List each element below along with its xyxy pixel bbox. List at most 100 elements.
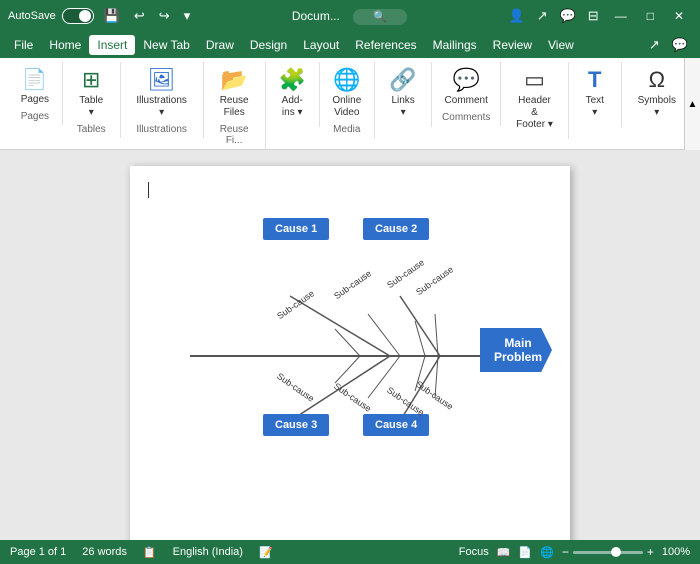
menu-insert[interactable]: Insert <box>89 35 135 55</box>
minimize-button[interactable]: — <box>607 7 635 25</box>
ribbon-group-comments: 💬 Comment Comments <box>432 62 501 126</box>
maximize-button[interactable]: □ <box>639 7 662 25</box>
profile-icon[interactable]: 👤 <box>505 6 529 26</box>
comment-button[interactable]: 💬 Comment <box>439 64 494 110</box>
table-label: Table ▾ <box>77 95 106 119</box>
pages-button[interactable]: 📄 Pages <box>15 64 55 109</box>
title-bar-left: AutoSave 💾 ↩ ↪ ▾ <box>8 6 194 26</box>
status-bar: Page 1 of 1 26 words 📋 English (India) 📝… <box>0 540 700 564</box>
zoom-out-icon[interactable]: − <box>562 545 569 559</box>
ribbon-comments-icon[interactable]: 💬 <box>666 35 694 55</box>
zoom-in-icon[interactable]: + <box>647 545 654 559</box>
links-label: Links ▾ <box>389 95 417 119</box>
autosave-label: AutoSave <box>8 10 56 22</box>
redo-icon[interactable]: ↪ <box>155 6 174 26</box>
links-button[interactable]: 🔗 Links ▾ <box>383 64 423 122</box>
menu-layout[interactable]: Layout <box>295 35 347 55</box>
menu-file[interactable]: File <box>6 35 41 55</box>
text-label: Text ▾ <box>583 95 607 119</box>
proofing-icon[interactable]: 📋 <box>143 546 157 559</box>
zoom-track <box>573 551 643 554</box>
ribbon-group-illustrations: 🖼 Illustrations ▾ Illustrations <box>121 62 204 138</box>
menu-design[interactable]: Design <box>242 35 295 55</box>
close-button[interactable]: ✕ <box>666 7 692 25</box>
view-web-icon[interactable]: 🌐 <box>540 546 554 559</box>
symbols-label: Symbols ▾ <box>636 95 678 119</box>
ribbon-group-illustrations-items: 🖼 Illustrations ▾ <box>129 64 195 122</box>
header-footer-icon: ▭ <box>524 67 545 93</box>
reusefiles-group-label: Reuse Fi... <box>212 124 257 149</box>
page-count[interactable]: Page 1 of 1 <box>10 546 66 558</box>
illustrations-group-label: Illustrations <box>136 124 187 138</box>
search-bar[interactable]: 🔍 <box>353 9 407 25</box>
table-button[interactable]: ⊞ Table ▾ <box>71 64 112 122</box>
illustrations-button[interactable]: 🖼 Illustrations ▾ <box>129 64 195 122</box>
focus-mode[interactable]: Focus <box>459 546 489 558</box>
view-read-icon[interactable]: 📖 <box>497 546 511 559</box>
addins-label: Add-ins ▾ <box>282 95 303 119</box>
menu-home[interactable]: Home <box>41 35 89 55</box>
symbols-button[interactable]: Ω Symbols ▾ <box>630 64 684 122</box>
pages-icon: 📄 <box>22 67 47 92</box>
document-title: Docum... 🔍 <box>194 9 504 23</box>
autosave-toggle[interactable] <box>62 8 94 24</box>
ribbon-group-addins-items: 🧩 Add-ins ▾ <box>273 64 312 122</box>
pages-group-label: Pages <box>21 111 49 125</box>
document-page: Cause 1 Cause 2 Cause 3 Cause 4 MainProb… <box>130 166 570 540</box>
cause2-box: Cause 2 <box>363 218 429 240</box>
save-icon[interactable]: 💾 <box>100 6 124 26</box>
addins-button[interactable]: 🧩 Add-ins ▾ <box>273 64 312 122</box>
undo-icon[interactable]: ↩ <box>130 6 149 26</box>
menu-bar: File Home Insert New Tab Draw Design Lay… <box>0 32 700 58</box>
ribbon-group-reusefiles: 📂 ReuseFiles Reuse Fi... <box>204 62 266 149</box>
menu-draw[interactable]: Draw <box>198 35 242 55</box>
menu-review[interactable]: Review <box>485 35 540 55</box>
comment-label: Comment <box>445 95 488 107</box>
ribbon-scroll-arrow[interactable]: ▲ <box>684 58 700 150</box>
symbols-icon: Ω <box>649 67 665 93</box>
view-print-icon[interactable]: 📄 <box>518 546 532 559</box>
ribbon-group-tables: ⊞ Table ▾ Tables <box>63 62 121 138</box>
ribbon-group-links-items: 🔗 Links ▾ <box>383 64 423 122</box>
menu-view[interactable]: View <box>540 35 582 55</box>
cause1-box: Cause 1 <box>263 218 329 240</box>
comments-icon[interactable]: 💬 <box>556 6 580 26</box>
ribbon-group-symbols-items: Ω Symbols ▾ <box>630 64 684 122</box>
language[interactable]: English (India) <box>173 546 243 558</box>
ribbon-group-media: 🌐 OnlineVideo Media <box>320 62 375 138</box>
table-icon: ⊞ <box>82 67 100 93</box>
ribbon-group-pages: 📄 Pages Pages <box>8 62 63 125</box>
track-changes-icon[interactable]: 📝 <box>259 546 273 559</box>
zoom-level[interactable]: 100% <box>662 546 690 558</box>
customize-icon[interactable]: ▾ <box>180 6 195 26</box>
text-button[interactable]: T Text ▾ <box>577 64 613 122</box>
ribbon-toggle-icon[interactable]: ⊟ <box>584 6 603 26</box>
menu-references[interactable]: References <box>347 35 424 55</box>
content-area: Cause 1 Cause 2 Cause 3 Cause 4 MainProb… <box>0 150 700 540</box>
toggle-knob <box>79 10 91 22</box>
reuse-files-button[interactable]: 📂 ReuseFiles <box>214 64 255 122</box>
online-video-button[interactable]: 🌐 OnlineVideo <box>326 64 367 122</box>
reuse-files-label: ReuseFiles <box>220 95 249 119</box>
ribbon-group-symbols: Ω Symbols ▾ <box>622 62 692 127</box>
fishbone-diagram <box>130 166 530 506</box>
menu-mailings[interactable]: Mailings <box>425 35 485 55</box>
ribbon-share-icon[interactable]: ↗ <box>643 35 666 55</box>
ribbon-group-addins: 🧩 Add-ins ▾ <box>266 62 320 127</box>
ribbon-group-text-items: T Text ▾ <box>577 64 613 122</box>
text-icon: T <box>588 67 601 93</box>
header-footer-button[interactable]: ▭ Header &Footer ▾ <box>509 64 560 134</box>
word-count[interactable]: 26 words <box>82 546 127 558</box>
ribbon-group-comments-items: 💬 Comment <box>439 64 494 110</box>
pages-label: Pages <box>21 94 49 106</box>
online-video-icon: 🌐 <box>333 67 360 93</box>
share-icon[interactable]: ↗ <box>533 6 552 26</box>
ribbon-content: 📄 Pages Pages ⊞ Table ▾ Tables <box>0 58 700 150</box>
menu-newtab[interactable]: New Tab <box>135 35 197 55</box>
comments-group-label: Comments <box>442 112 490 126</box>
ribbon-group-text: T Text ▾ <box>569 62 622 127</box>
reuse-files-icon: 📂 <box>220 67 247 93</box>
zoom-slider[interactable]: − + <box>562 545 654 559</box>
ribbon-groups: 📄 Pages Pages ⊞ Table ▾ Tables <box>8 62 692 149</box>
online-video-label: OnlineVideo <box>332 95 361 119</box>
